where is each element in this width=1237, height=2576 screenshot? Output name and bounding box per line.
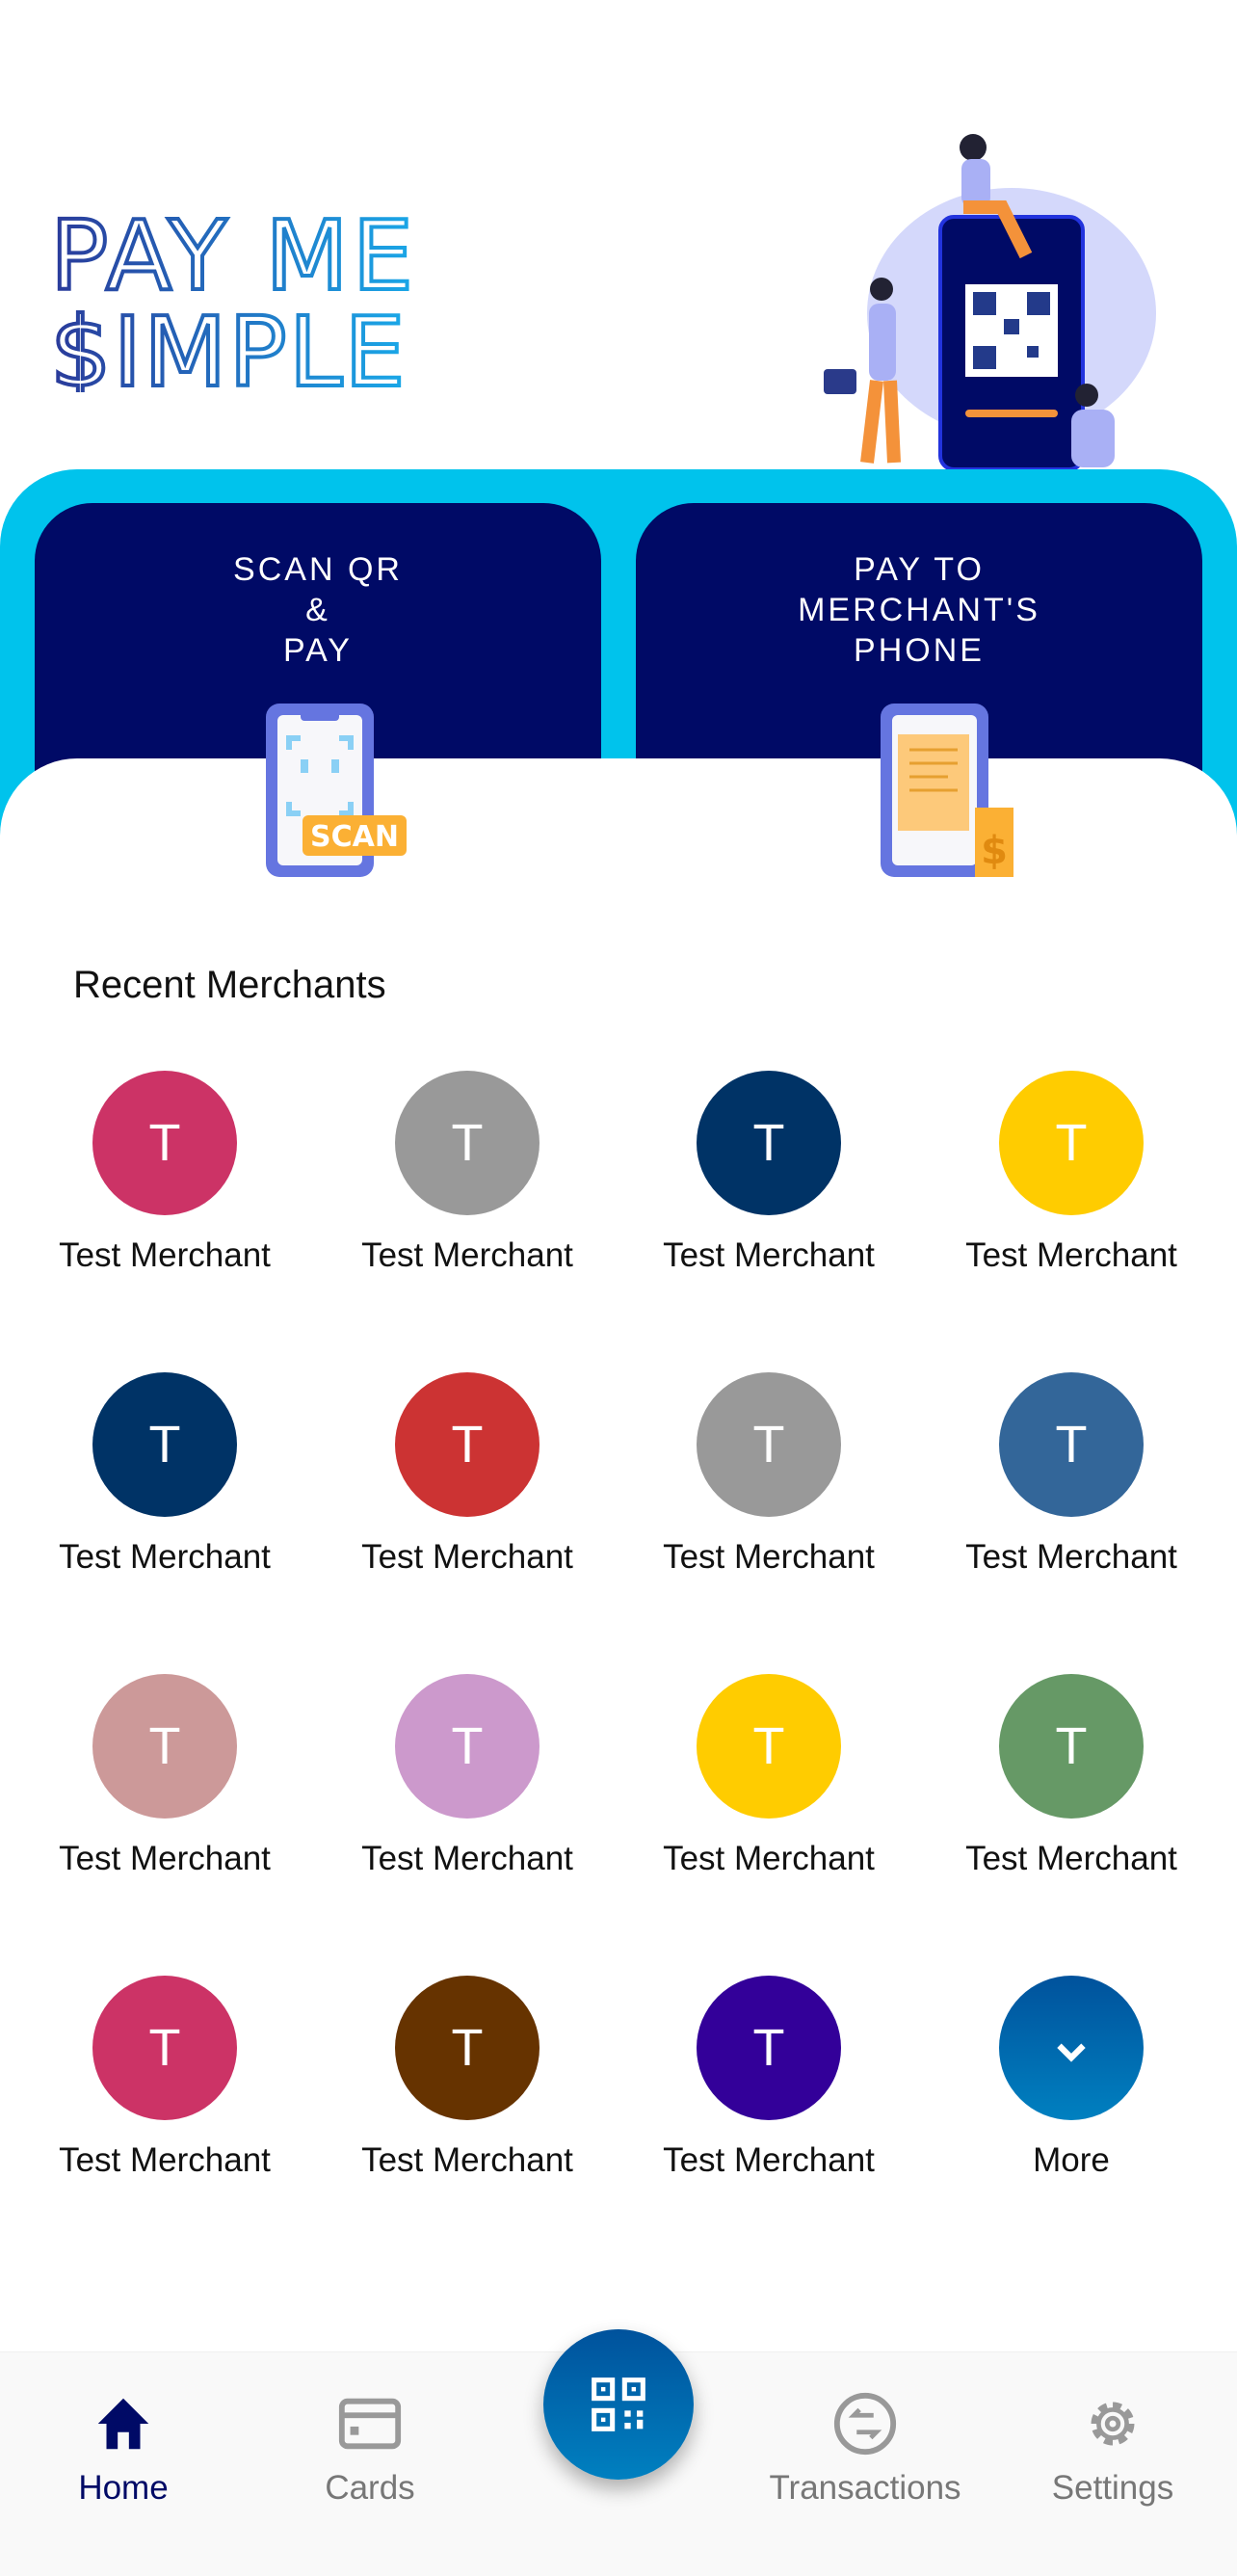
merchant-name: Test Merchant xyxy=(965,1840,1177,1877)
nav-settings-label: Settings xyxy=(1051,2469,1174,2507)
merchant-name: Test Merchant xyxy=(59,1236,271,1274)
merchant-avatar: T xyxy=(999,1372,1144,1517)
merchant-avatar: T xyxy=(697,1372,841,1517)
merchant-avatar: T xyxy=(395,1674,540,1819)
more-merchants-button[interactable]: More xyxy=(927,1976,1216,2180)
merchant-avatar: T xyxy=(697,1071,841,1215)
nav-home-label: Home xyxy=(78,2469,169,2507)
nav-cards[interactable]: Cards xyxy=(245,2390,495,2508)
label-line: PAY TO xyxy=(854,551,985,588)
merchant-item[interactable]: T Test Merchant xyxy=(624,1071,913,1275)
merchant-item[interactable]: T Test Merchant xyxy=(624,1674,913,1878)
merchant-name: Test Merchant xyxy=(965,1236,1177,1274)
merchant-item[interactable]: T Test Merchant xyxy=(20,1674,309,1878)
merchant-name: Test Merchant xyxy=(361,1840,573,1877)
merchant-item[interactable]: T Test Merchant xyxy=(20,1071,309,1275)
scan-qr-fab[interactable] xyxy=(543,2329,694,2480)
merchant-name: Test Merchant xyxy=(361,1236,573,1274)
svg-text:$: $ xyxy=(981,829,1008,873)
merchant-avatar: T xyxy=(395,1976,540,2120)
merchant-avatar: T xyxy=(999,1674,1144,1819)
chevron-down-icon xyxy=(999,1976,1144,2120)
svg-text:$IMPLE: $IMPLE xyxy=(50,296,408,392)
transfer-arrows-icon xyxy=(833,2392,897,2456)
merchant-item[interactable]: T Test Merchant xyxy=(323,1976,612,2180)
merchant-item[interactable]: T Test Merchant xyxy=(323,1674,612,1878)
merchant-item[interactable]: T Test Merchant xyxy=(624,1976,913,2180)
merchant-name: Test Merchant xyxy=(663,1236,875,1274)
merchant-name: Test Merchant xyxy=(59,1538,271,1576)
nav-transactions-label: Transactions xyxy=(769,2469,961,2507)
label-line: PHONE xyxy=(854,632,985,669)
merchant-name: Test Merchant xyxy=(59,2141,271,2179)
merchant-item[interactable]: T Test Merchant xyxy=(624,1372,913,1577)
home-icon xyxy=(97,2398,149,2450)
nav-cards-label: Cards xyxy=(325,2469,415,2507)
nav-home[interactable]: Home xyxy=(0,2390,249,2508)
merchant-item[interactable]: T Test Merchant xyxy=(927,1372,1216,1577)
nav-transactions[interactable]: Transactions xyxy=(740,2390,990,2508)
merchant-name: Test Merchant xyxy=(59,1840,271,1877)
svg-text:SCAN: SCAN xyxy=(310,820,399,854)
merchant-item[interactable]: T Test Merchant xyxy=(323,1372,612,1577)
merchant-avatar: T xyxy=(92,1071,237,1215)
hero-illustration xyxy=(824,134,1156,469)
merchant-avatar: T xyxy=(395,1071,540,1215)
merchant-item[interactable]: T Test Merchant xyxy=(20,1976,309,2180)
nav-settings[interactable]: Settings xyxy=(987,2390,1237,2508)
merchant-avatar: T xyxy=(697,1976,841,2120)
merchant-name: Test Merchant xyxy=(663,1840,875,1877)
merchant-name: Test Merchant xyxy=(663,2141,875,2179)
merchant-name: Test Merchant xyxy=(965,1538,1177,1576)
merchant-avatar: T xyxy=(395,1372,540,1517)
merchant-item[interactable]: T Test Merchant xyxy=(323,1071,612,1275)
label-line: & xyxy=(305,592,330,628)
merchant-name: Test Merchant xyxy=(361,2141,573,2179)
pay-me-simple-logo: PAY ME $IMPLE xyxy=(50,204,415,392)
merchant-avatar: T xyxy=(697,1674,841,1819)
gear-icon xyxy=(1091,2402,1135,2446)
merchant-name: Test Merchant xyxy=(361,1538,573,1576)
qr-code-icon xyxy=(592,2377,645,2431)
merchant-item[interactable]: T Test Merchant xyxy=(927,1674,1216,1878)
merchant-avatar: T xyxy=(92,1976,237,2120)
scan-qr-phone-icon: SCAN xyxy=(266,704,407,877)
label-line: PAY xyxy=(283,632,353,669)
recent-merchants-heading: Recent Merchants xyxy=(73,964,386,1006)
label-line: SCAN QR xyxy=(233,551,403,588)
more-label: More xyxy=(1033,2141,1110,2179)
merchant-item[interactable]: T Test Merchant xyxy=(927,1071,1216,1275)
merchant-avatar: T xyxy=(92,1674,237,1819)
merchant-item[interactable]: T Test Merchant xyxy=(20,1372,309,1577)
label-line: MERCHANT'S xyxy=(798,592,1040,628)
card-icon xyxy=(338,2398,402,2450)
merchant-avatar: T xyxy=(999,1071,1144,1215)
receipt-phone-icon: $ xyxy=(881,704,1013,877)
merchant-name: Test Merchant xyxy=(663,1538,875,1576)
merchant-avatar: T xyxy=(92,1372,237,1517)
